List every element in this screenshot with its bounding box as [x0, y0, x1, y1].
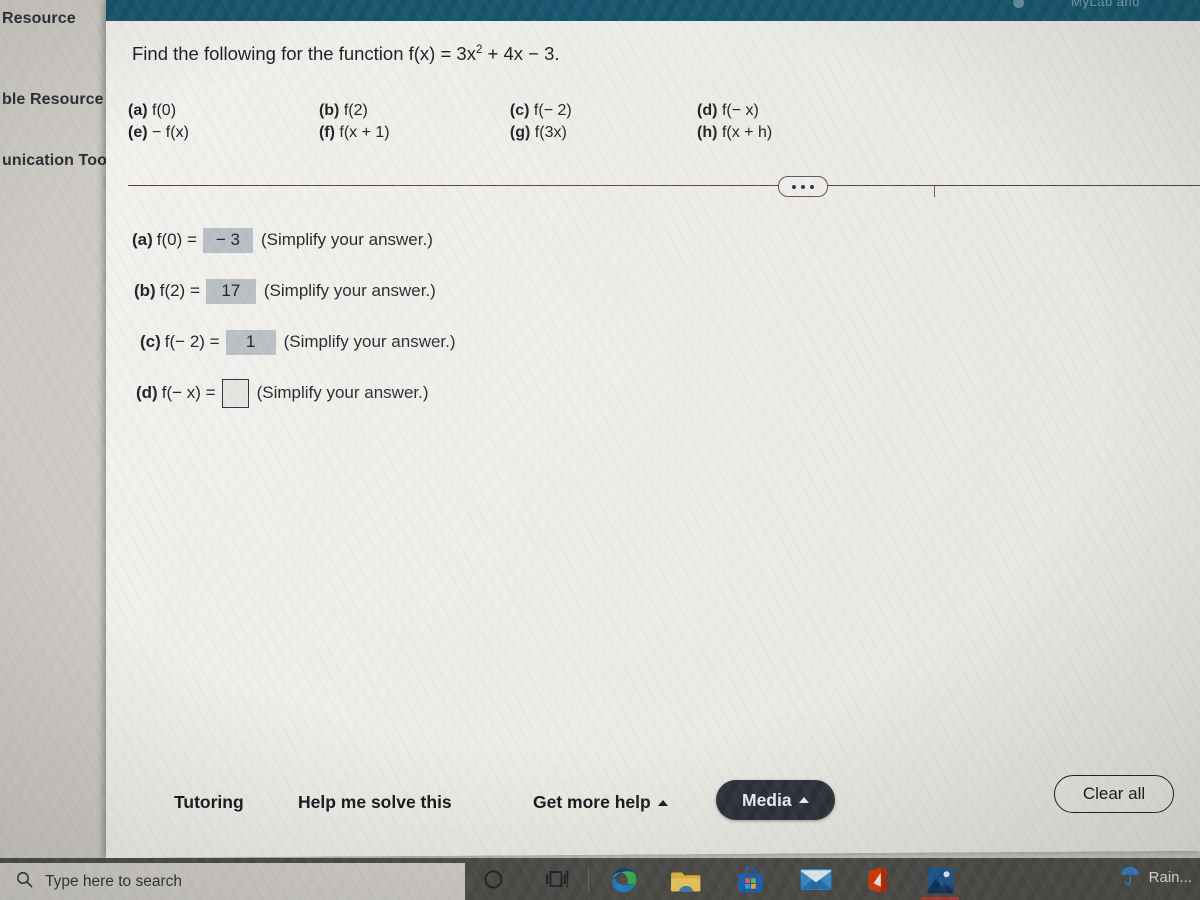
part-c: (c) f(− 2): [510, 102, 697, 120]
part-a: (a) f(0): [128, 102, 319, 120]
answer-c-tag: (c): [140, 332, 161, 351]
photos-icon[interactable]: [923, 864, 957, 896]
problem-statement-tail: + 4x − 3.: [482, 43, 560, 64]
answer-row-a: (a) f(0) = − 3 (Simplify your answer.): [132, 223, 456, 257]
section-divider: [128, 185, 1200, 186]
exercise-action-bar: Tutoring Help me solve this Get more hel…: [106, 775, 1200, 834]
mail-icon[interactable]: [797, 864, 835, 894]
part-a-expr: f(0): [152, 102, 177, 119]
answer-a-input[interactable]: − 3: [202, 227, 253, 253]
part-b-tag: (b): [318, 102, 340, 119]
answer-d-expr: f(− x) =: [161, 383, 216, 402]
more-options-ellipsis-icon[interactable]: [778, 176, 828, 197]
get-more-help-label: Get more help: [533, 792, 651, 812]
get-more-help-button[interactable]: Get more help: [533, 792, 668, 813]
caret-up-icon: [798, 797, 809, 803]
search-placeholder: Type here to search: [45, 872, 182, 890]
part-f-expr: f(x + 1): [339, 124, 390, 141]
screen-photo: Resource ble Resource unication Too MyLa…: [0, 0, 1200, 900]
bg-resource-link-2[interactable]: ble Resource: [2, 91, 104, 109]
part-e-tag: (e): [128, 124, 148, 141]
bg-resource-link-1[interactable]: Resource: [2, 10, 76, 28]
search-icon: [16, 871, 33, 893]
tutoring-button[interactable]: Tutoring: [174, 792, 244, 813]
weather-label: Rain...: [1148, 869, 1192, 886]
problem-statement-lead: Find the following for the function f(x)…: [132, 43, 476, 64]
windows-taskbar: Type here to search Rain...: [0, 858, 1200, 900]
answer-b-tag: (b): [134, 281, 156, 300]
answer-row-c: (c) f(− 2) = 1 (Simplify your answer.): [140, 325, 456, 359]
answer-a-hint: (Simplify your answer.): [260, 230, 433, 249]
answer-c-hint: (Simplify your answer.): [283, 332, 456, 351]
answer-b-input[interactable]: 17: [205, 278, 256, 304]
part-b: (b) f(2): [319, 102, 510, 120]
part-d: (d) f(− x): [697, 102, 888, 120]
problem-parts-list: (a) f(0) (b) f(2) (c) f(− 2) (d) f(− x) …: [128, 102, 888, 146]
answer-c-input[interactable]: 1: [225, 329, 276, 355]
clear-all-button[interactable]: Clear all: [1054, 775, 1174, 813]
part-e: (e) − f(x): [128, 124, 319, 142]
answer-d-input[interactable]: [221, 378, 249, 408]
ellipsis-dot: [792, 184, 796, 189]
answer-c-expr: f(− 2) =: [164, 332, 220, 351]
part-b-expr: f(2): [343, 102, 368, 119]
weather-widget[interactable]: Rain...: [1118, 863, 1192, 892]
part-h-expr: f(x + h): [721, 124, 773, 141]
part-d-tag: (d): [697, 102, 718, 119]
answer-d-hint: (Simplify your answer.): [256, 383, 429, 402]
microsoft-store-icon[interactable]: [733, 864, 767, 896]
part-e-expr: − f(x): [152, 124, 189, 141]
search-input[interactable]: Type here to search: [0, 863, 465, 900]
answer-d-tag: (d): [136, 383, 158, 402]
part-g-tag: (g): [509, 124, 531, 141]
file-explorer-icon[interactable]: [668, 864, 704, 896]
answer-a-expr: f(0) =: [156, 230, 197, 249]
answer-b-hint: (Simplify your answer.): [263, 281, 436, 300]
task-view-icon[interactable]: [540, 864, 574, 894]
answer-a-tag: (a): [132, 230, 153, 249]
microsoft-edge-icon[interactable]: [605, 864, 641, 896]
exercise-sheet: Find the following for the function f(x)…: [106, 21, 1200, 858]
part-a-tag: (a): [128, 102, 148, 119]
part-f: (f) f(x + 1): [319, 124, 510, 142]
part-g: (g) f(3x): [510, 124, 697, 142]
answer-list: (a) f(0) = − 3 (Simplify your answer.) (…: [132, 223, 456, 427]
window-titlebar: MyLab and: [106, 0, 1200, 21]
caret-up-icon: [657, 800, 668, 806]
ellipsis-dot: [810, 184, 814, 189]
umbrella-icon: [1118, 863, 1142, 892]
part-c-expr: f(− 2): [533, 102, 572, 119]
help-me-solve-this-button[interactable]: Help me solve this: [298, 792, 452, 813]
part-d-expr: f(− x): [721, 102, 759, 119]
ellipsis-dot: [801, 184, 805, 189]
part-g-expr: f(3x): [534, 124, 567, 141]
titlebar-logo-icon: [1013, 0, 1024, 8]
titlebar-title: MyLab and: [1071, 0, 1140, 9]
part-h-tag: (h): [697, 123, 718, 141]
problem-statement: Find the following for the function f(x)…: [132, 43, 560, 65]
part-f-tag: (f): [318, 124, 335, 141]
part-h: (h) f(x + h): [697, 124, 888, 142]
answer-b-expr: f(2) =: [159, 281, 200, 300]
media-button[interactable]: Media: [716, 780, 835, 820]
problem-parts-row: (a) f(0) (b) f(2) (c) f(− 2) (d) f(− x): [128, 102, 888, 120]
bg-communication-tools-link[interactable]: unication Too: [2, 152, 107, 170]
taskbar-separator: [588, 866, 589, 893]
microsoft-office-icon[interactable]: [862, 864, 892, 896]
exercise-window: MyLab and Find the following for the fun…: [106, 0, 1200, 859]
media-label: Media: [742, 789, 792, 810]
problem-parts-row: (e) − f(x) (f) f(x + 1) (g) f(3x) (h) f(…: [128, 124, 888, 142]
cortana-icon[interactable]: [476, 864, 510, 894]
answer-row-b: (b) f(2) = 17 (Simplify your answer.): [134, 274, 456, 308]
divider-tick: [934, 186, 935, 197]
answer-row-d: (d) f(− x) = (Simplify your answer.): [136, 376, 456, 410]
part-c-tag: (c): [509, 102, 530, 119]
